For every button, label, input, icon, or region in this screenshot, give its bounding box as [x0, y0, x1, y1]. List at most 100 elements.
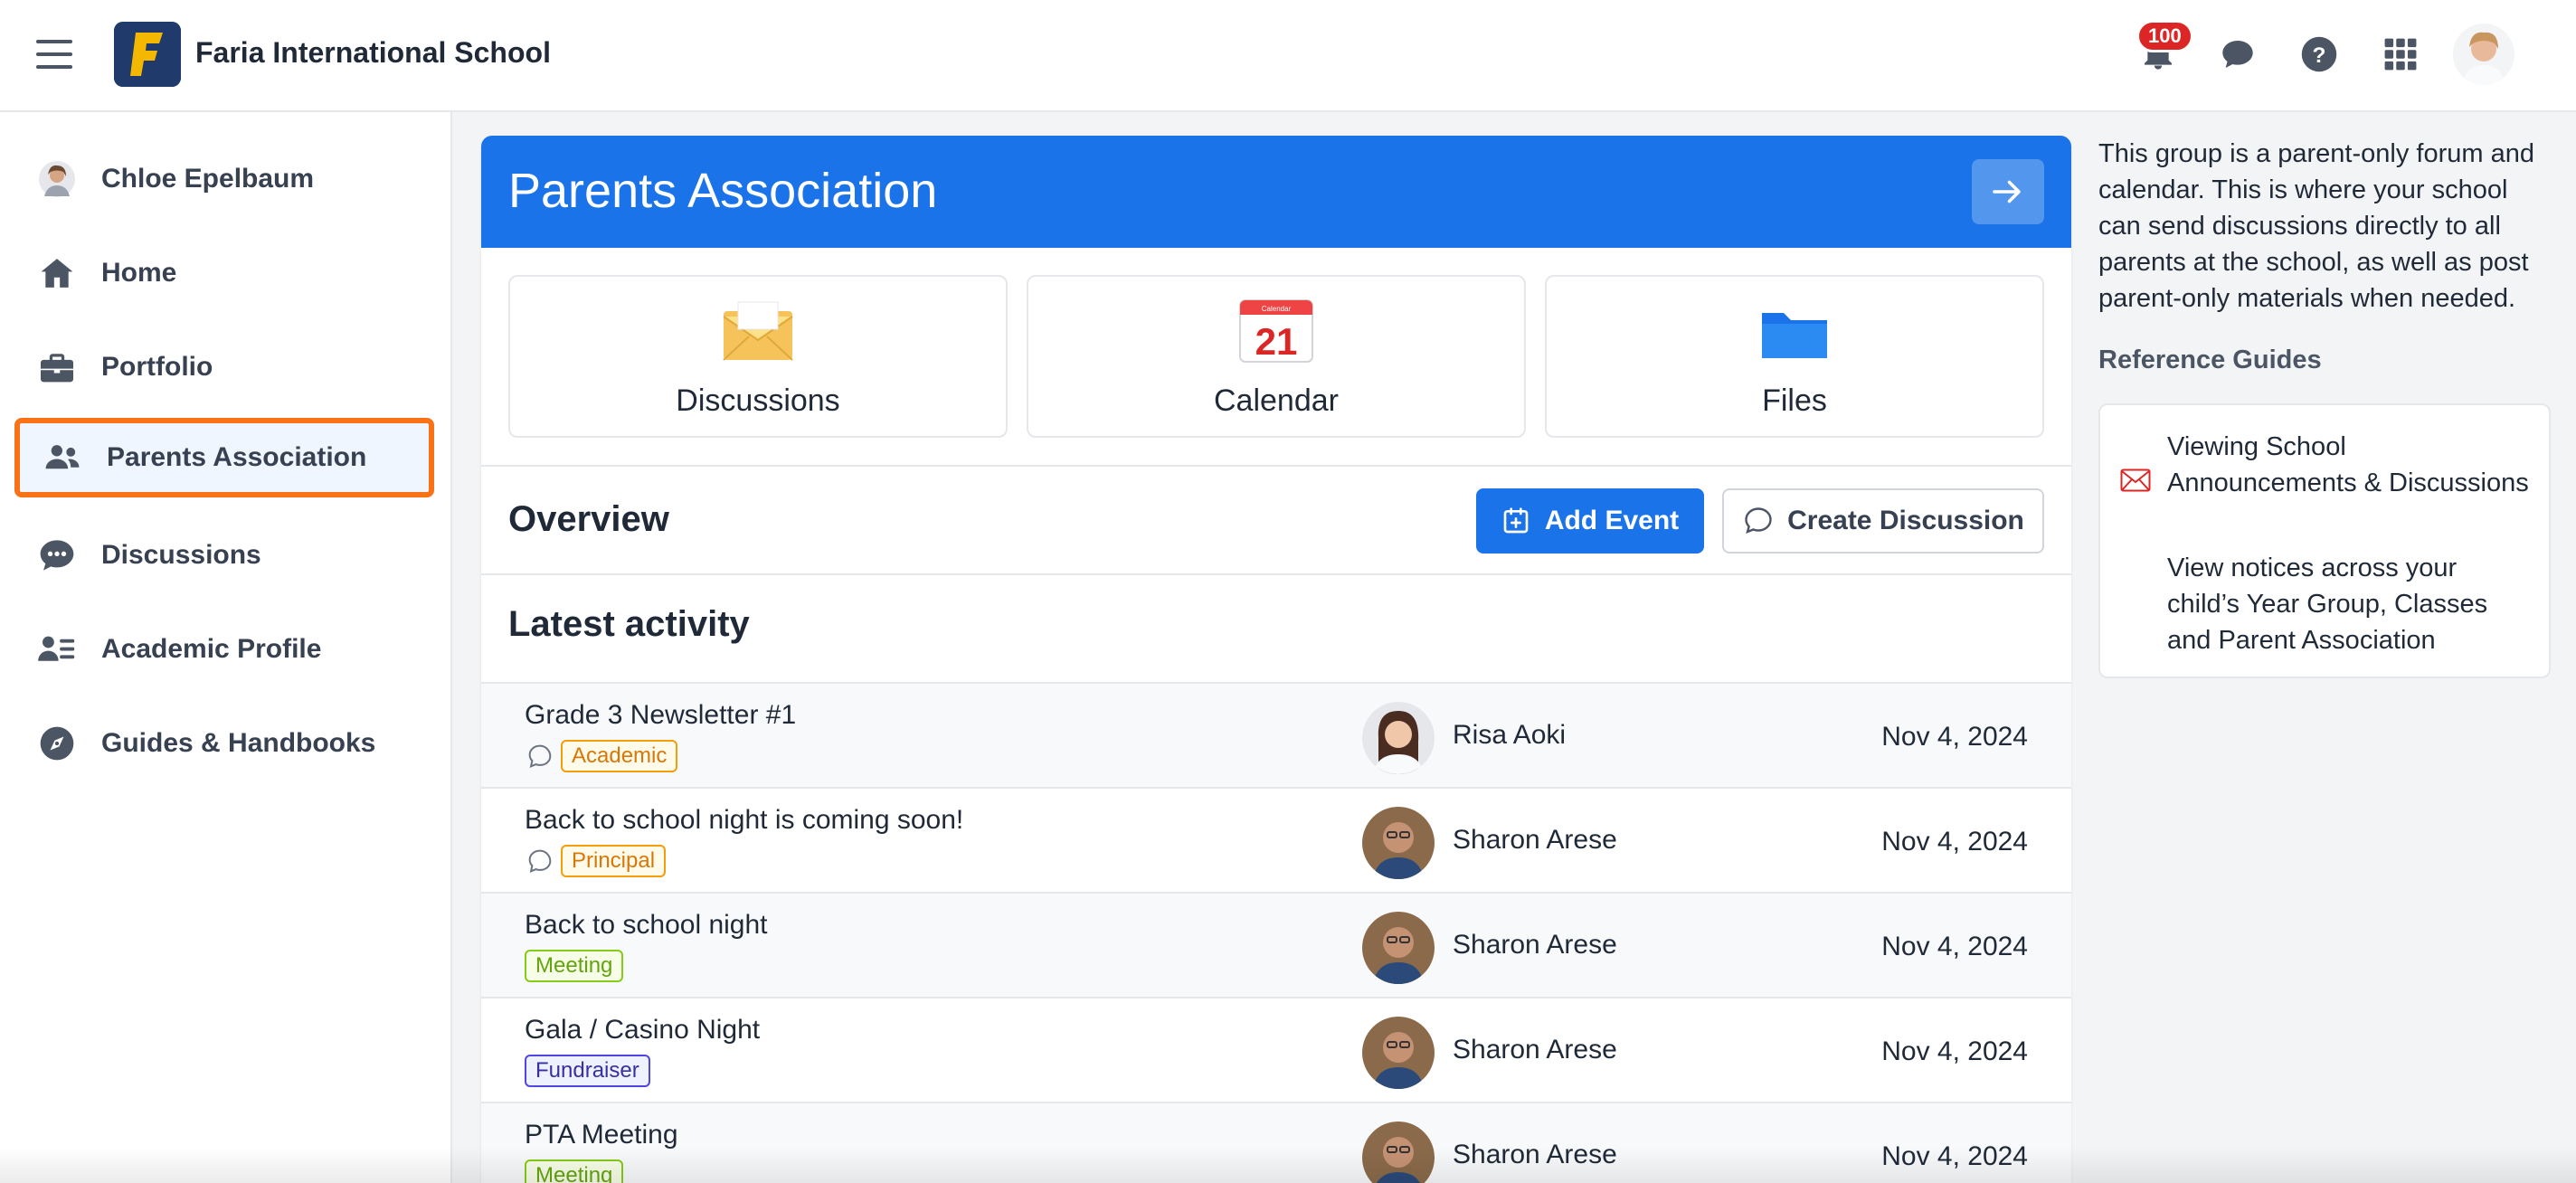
sidebar-item-label: Portfolio: [101, 352, 213, 382]
divider: [481, 573, 2071, 575]
activity-title: Gala / Casino Night: [525, 1015, 761, 1045]
sidebar-item-profile[interactable]: Chloe Epelbaum: [14, 139, 434, 219]
author-avatar: [1362, 702, 1435, 774]
category-tag: Academic: [561, 740, 678, 772]
sidebar-item-label: Home: [101, 258, 177, 288]
calendar-icon: Calendar 21: [1238, 298, 1314, 364]
author-name: Sharon Arese: [1453, 1140, 1617, 1169]
apps-button[interactable]: [2373, 27, 2428, 81]
group-banner: Parents Association: [481, 136, 2071, 248]
tile-label: Files: [1762, 383, 1827, 418]
user-avatar[interactable]: [2453, 24, 2514, 85]
activity-title: Back to school night: [525, 910, 768, 940]
group-info-panel: This group is a parent-only forum and ca…: [2098, 136, 2551, 678]
chat-outline-icon: [1745, 507, 1772, 535]
activity-date: Nov 4, 2024: [1881, 722, 2028, 752]
profile-avatar: [38, 160, 76, 198]
help-icon: ?: [2301, 36, 2337, 72]
activity-date: Nov 4, 2024: [1881, 827, 2028, 856]
add-event-button[interactable]: Add Event: [1476, 488, 1704, 554]
sidebar: Chloe Epelbaum Home Portfolio Parents As…: [0, 112, 452, 1183]
school-logo[interactable]: [114, 22, 181, 87]
page-title: Parents Association: [508, 164, 938, 218]
group-description: This group is a parent-only forum and ca…: [2098, 139, 2534, 313]
activity-row[interactable]: Back to school night is coming soon! Pri…: [481, 787, 2071, 892]
activity-row[interactable]: Back to school night Meeting Sharon Ares…: [481, 892, 2071, 997]
activity-row[interactable]: PTA Meeting Meeting Sharon Arese Nov 4, …: [481, 1102, 2071, 1183]
discussion-icon: [528, 849, 552, 873]
svg-text:?: ?: [2313, 43, 2326, 68]
discussion-icon: [528, 744, 552, 768]
activity-date: Nov 4, 2024: [1881, 1036, 2028, 1066]
author-avatar: [1362, 1121, 1435, 1183]
envelope-icon: [720, 298, 796, 364]
home-icon: [38, 254, 76, 292]
guide-description: View notices across your child’s Year Gr…: [2167, 554, 2488, 655]
notifications-button[interactable]: 100: [2131, 20, 2193, 81]
tile-discussions[interactable]: Discussions: [508, 275, 1008, 438]
notification-count-badge: 100: [2136, 20, 2193, 52]
sidebar-item-label: Guides & Handbooks: [101, 728, 376, 758]
author-avatar: [1362, 1017, 1435, 1089]
tile-label: Calendar: [1214, 383, 1339, 418]
category-tag: Fundraiser: [525, 1055, 650, 1087]
sidebar-item-parents-association[interactable]: Parents Association: [14, 418, 434, 497]
sidebar-item-discussions[interactable]: Discussions: [14, 516, 434, 595]
author-avatar: [1362, 912, 1435, 984]
activity-title: Grade 3 Newsletter #1: [525, 700, 797, 730]
chat-bubble-icon: [2222, 41, 2253, 68]
help-button[interactable]: ?: [2292, 27, 2346, 81]
messages-button[interactable]: [2211, 27, 2265, 81]
calendar-plus-icon: [1503, 507, 1529, 534]
grid-icon: [2384, 38, 2417, 71]
chat-icon: [38, 536, 76, 574]
users-icon: [43, 439, 81, 477]
sidebar-item-academic-profile[interactable]: Academic Profile: [14, 610, 434, 689]
author-name: Risa Aoki: [1453, 720, 1567, 750]
activity-date: Nov 4, 2024: [1881, 1141, 2028, 1171]
divider: [481, 465, 2071, 467]
id-card-icon: [38, 630, 76, 668]
sidebar-item-label: Discussions: [101, 540, 261, 570]
author-name: Sharon Arese: [1453, 930, 1617, 960]
create-discussion-button[interactable]: Create Discussion: [1722, 488, 2044, 554]
main-panel: Parents Association Discussions Calendar…: [481, 136, 2071, 1183]
tile-files[interactable]: Files: [1545, 275, 2044, 438]
activity-row[interactable]: Gala / Casino Night Fundraiser Sharon Ar…: [481, 997, 2071, 1102]
reference-guides-heading: Reference Guides: [2098, 345, 2322, 374]
sidebar-item-label: Parents Association: [107, 442, 367, 472]
menu-icon[interactable]: [36, 40, 72, 69]
overview-heading: Overview: [508, 499, 669, 539]
arrow-right-icon: [1993, 180, 2021, 203]
activity-row[interactable]: Grade 3 Newsletter #1 Academic Risa Aoki…: [481, 682, 2071, 787]
author-avatar: [1362, 807, 1435, 879]
sidebar-item-guides-handbooks[interactable]: Guides & Handbooks: [14, 704, 434, 783]
folder-icon: [1757, 298, 1833, 364]
sidebar-item-home[interactable]: Home: [14, 233, 434, 313]
author-name: Sharon Arese: [1453, 1035, 1617, 1065]
sidebar-item-label: Chloe Epelbaum: [101, 164, 315, 194]
open-group-button[interactable]: [1972, 159, 2044, 224]
category-tag: Principal: [561, 845, 667, 877]
activity-title: PTA Meeting: [525, 1120, 678, 1150]
sidebar-item-portfolio[interactable]: Portfolio: [14, 327, 434, 407]
guide-link[interactable]: Viewing School Announcements & Discussio…: [2167, 429, 2529, 501]
school-name[interactable]: Faria International School: [195, 36, 551, 70]
mail-icon: [2120, 468, 2151, 492]
activity-title: Back to school night is coming soon!: [525, 805, 964, 835]
compass-icon: [38, 724, 76, 762]
quick-links: Discussions Calendar 21 Calendar Files: [508, 275, 2044, 438]
tile-calendar[interactable]: Calendar 21 Calendar: [1027, 275, 1526, 438]
calendar-header-text: Calendar: [1262, 305, 1292, 313]
add-event-label: Add Event: [1544, 506, 1680, 535]
tile-label: Discussions: [676, 383, 840, 418]
reference-guide-card[interactable]: Viewing School Announcements & Discussio…: [2098, 403, 2551, 678]
calendar-day-text: 21: [1255, 320, 1298, 363]
author-name: Sharon Arese: [1453, 825, 1617, 855]
latest-activity-heading: Latest activity: [508, 604, 750, 644]
category-tag: Meeting: [525, 950, 624, 982]
briefcase-icon: [38, 348, 76, 386]
create-discussion-label: Create Discussion: [1787, 506, 2024, 535]
category-tag: Meeting: [525, 1159, 624, 1183]
sidebar-item-label: Academic Profile: [101, 634, 322, 664]
